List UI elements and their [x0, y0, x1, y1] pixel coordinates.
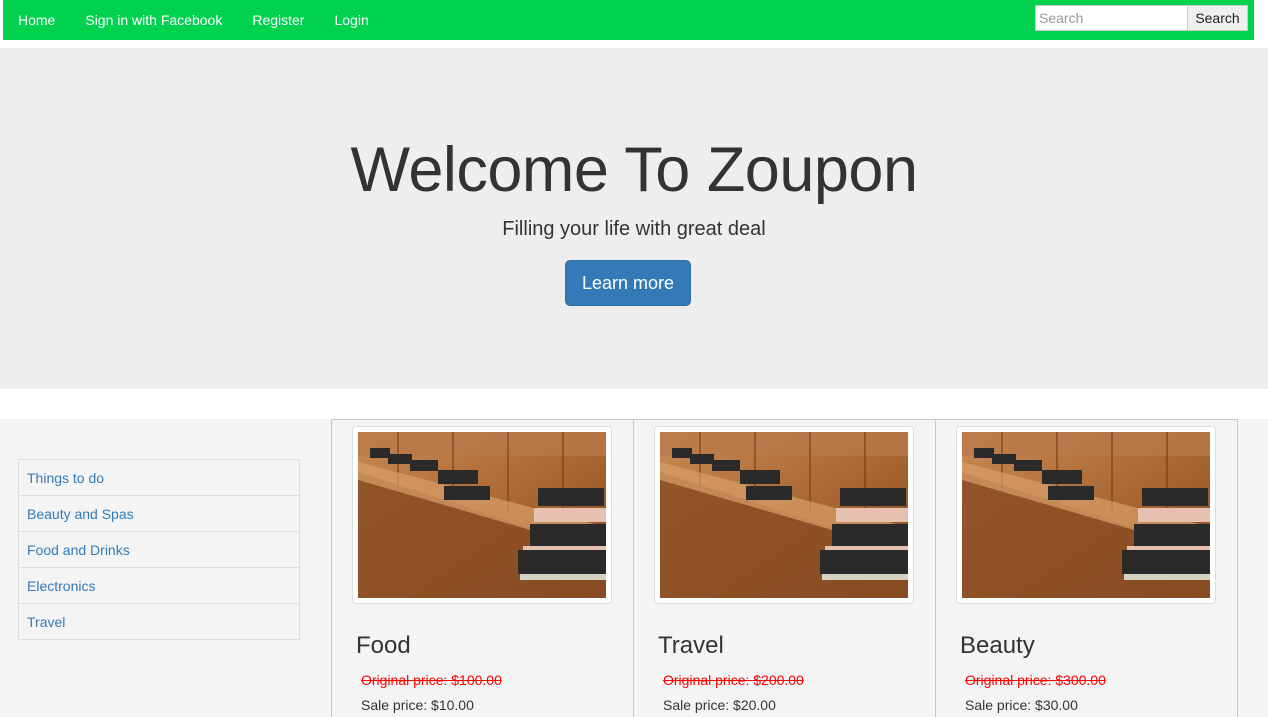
hero-jumbotron: Welcome To Zoupon Filling your life with… [0, 48, 1268, 389]
deal-title: Food [356, 632, 411, 659]
deal-card-beauty: Beauty Original price: $300.00 Sale pric… [935, 419, 1238, 717]
books-on-pew-image [358, 432, 606, 598]
hero-subtitle: Filling your life with great deal [502, 218, 766, 240]
nav-facebook-signin-link[interactable]: Sign in with Facebook [70, 0, 237, 40]
category-item-travel[interactable]: Travel [18, 603, 300, 640]
top-navbar: Home Sign in with Facebook Register Logi… [3, 0, 1254, 40]
nav-home-link[interactable]: Home [3, 0, 70, 40]
nav-links: Home Sign in with Facebook Register Logi… [3, 0, 384, 40]
deal-original-price: Original price: $100.00 [361, 672, 502, 688]
deal-card-food: Food Original price: $100.00 Sale price:… [331, 419, 634, 717]
search-form: Search [1035, 5, 1248, 31]
nav-login-link[interactable]: Login [319, 0, 383, 40]
books-on-pew-image [660, 432, 908, 598]
content-section: Things to do Beauty and Spas Food and Dr… [0, 419, 1268, 717]
category-list: Things to do Beauty and Spas Food and Dr… [18, 459, 300, 640]
category-item-things-to-do[interactable]: Things to do [18, 459, 300, 496]
deal-card-travel: Travel Original price: $200.00 Sale pric… [633, 419, 936, 717]
deal-thumbnail[interactable] [352, 426, 612, 604]
category-item-beauty-and-spas[interactable]: Beauty and Spas [18, 495, 300, 532]
deal-original-price: Original price: $300.00 [965, 672, 1106, 688]
deal-sale-price: Sale price: $20.00 [663, 697, 776, 713]
deal-thumbnail[interactable] [956, 426, 1216, 604]
hero-title: Welcome To Zoupon [350, 135, 919, 205]
category-item-food-and-drinks[interactable]: Food and Drinks [18, 531, 300, 568]
deal-title: Beauty [960, 632, 1035, 659]
deal-sale-price: Sale price: $30.00 [965, 697, 1078, 713]
category-item-electronics[interactable]: Electronics [18, 567, 300, 604]
learn-more-button[interactable]: Learn more [565, 260, 691, 306]
search-button[interactable]: Search [1188, 5, 1248, 31]
deal-thumbnail[interactable] [654, 426, 914, 604]
nav-register-link[interactable]: Register [237, 0, 319, 40]
deal-title: Travel [658, 632, 724, 659]
books-on-pew-image [962, 432, 1210, 598]
deal-original-price: Original price: $200.00 [663, 672, 804, 688]
search-input[interactable] [1035, 5, 1188, 31]
deal-sale-price: Sale price: $10.00 [361, 697, 474, 713]
